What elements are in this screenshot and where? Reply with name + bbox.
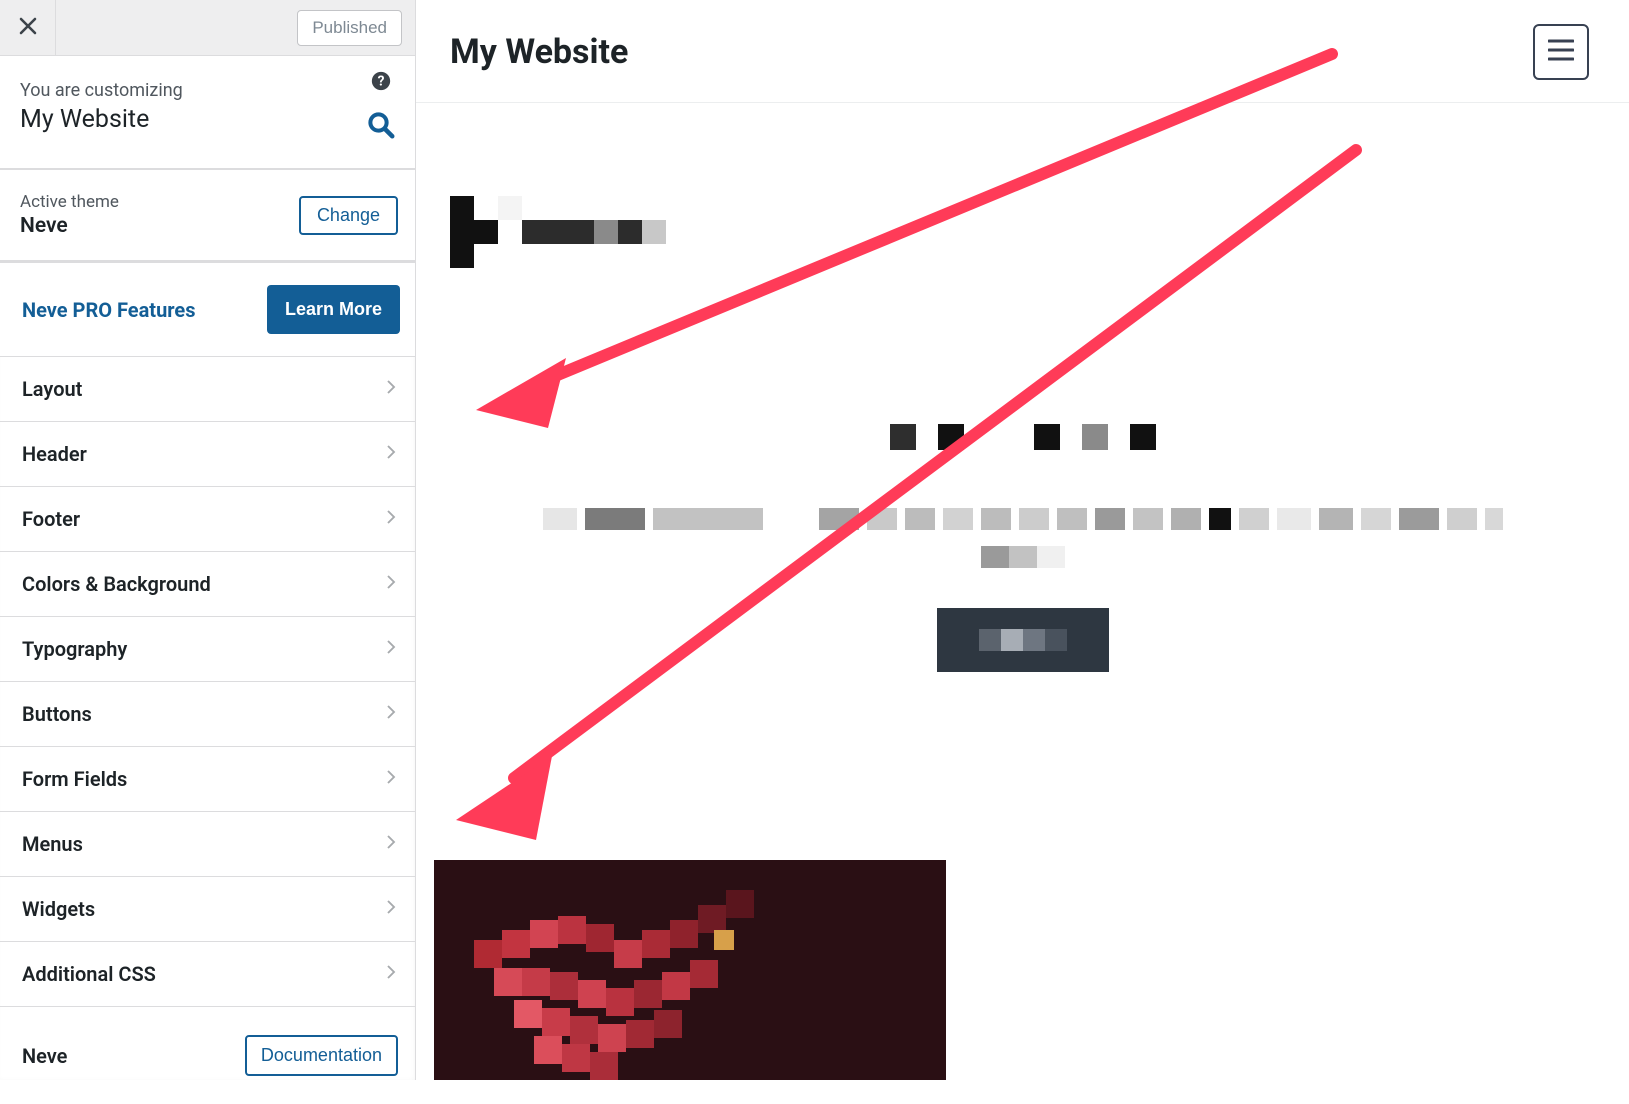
preview-hero-subtitle2-placeholder — [981, 546, 1065, 568]
section-typography[interactable]: Typography — [0, 617, 416, 682]
section-buttons[interactable]: Buttons — [0, 682, 416, 747]
section-form-fields[interactable]: Form Fields — [0, 747, 416, 812]
section-layout[interactable]: Layout — [0, 357, 416, 422]
hamburger-icon — [1548, 39, 1574, 65]
section-label: Widgets — [22, 897, 95, 921]
preview-hero-subtitle-placeholder — [466, 508, 1579, 530]
section-label: Buttons — [22, 702, 92, 726]
section-label: Footer — [22, 507, 80, 531]
pro-features-row: Neve PRO Features Learn More — [0, 262, 416, 356]
customizing-site-title: My Website — [20, 105, 183, 134]
doc-row: Neve Documentation — [0, 1007, 416, 1104]
section-footer[interactable]: Footer — [0, 487, 416, 552]
customizing-label: You are customizing — [20, 80, 183, 101]
section-header[interactable]: Header — [0, 422, 416, 487]
customizing-header: You are customizing My Website ? — [0, 56, 416, 168]
chevron-right-icon — [382, 703, 400, 725]
mobile-menu-button[interactable] — [1533, 24, 1589, 80]
preview-logo-placeholder — [450, 196, 666, 268]
close-customizer-button[interactable] — [0, 0, 56, 56]
chevron-right-icon — [382, 638, 400, 660]
sidebar-topbar: Published — [0, 0, 416, 56]
change-theme-button[interactable]: Change — [299, 196, 398, 235]
section-widgets[interactable]: Widgets — [0, 877, 416, 942]
svg-text:?: ? — [378, 74, 385, 90]
section-menus[interactable]: Menus — [0, 812, 416, 877]
documentation-button[interactable]: Documentation — [245, 1035, 398, 1076]
customizer-sections: Layout Header Footer Colors & Background… — [0, 356, 416, 1104]
chevron-right-icon — [382, 898, 400, 920]
section-label: Header — [22, 442, 87, 466]
section-label: Colors & Background — [22, 572, 211, 596]
chevron-right-icon — [382, 573, 400, 595]
preview-hero-title-placeholder — [890, 424, 1156, 450]
active-theme-row: Active theme Neve Change — [0, 170, 416, 260]
customizer-sidebar: Published You are customizing My Website… — [0, 0, 416, 1080]
chevron-right-icon — [382, 833, 400, 855]
section-additional-css[interactable]: Additional CSS — [0, 942, 416, 1007]
chevron-right-icon — [382, 378, 400, 400]
chevron-right-icon — [382, 508, 400, 530]
preview-hero-image-placeholder — [434, 860, 946, 1080]
learn-more-button[interactable]: Learn More — [267, 285, 400, 334]
section-label: Layout — [22, 377, 82, 401]
section-label: Menus — [22, 832, 83, 856]
preview-cta-button-placeholder[interactable] — [937, 608, 1109, 672]
section-label: Form Fields — [22, 767, 127, 791]
search-icon[interactable] — [366, 110, 396, 144]
preview-site-header: My Website — [416, 0, 1629, 103]
chevron-right-icon — [382, 768, 400, 790]
close-icon — [18, 16, 38, 40]
section-label: Typography — [22, 637, 127, 661]
chevron-right-icon — [382, 963, 400, 985]
section-label: Additional CSS — [22, 962, 156, 986]
active-theme-label: Active theme — [20, 192, 119, 212]
section-colors-background[interactable]: Colors & Background — [0, 552, 416, 617]
publish-status-button[interactable]: Published — [297, 10, 402, 46]
help-icon[interactable]: ? — [370, 70, 392, 96]
chevron-right-icon — [382, 443, 400, 465]
preview-pane: My Website — [416, 0, 1629, 1080]
active-theme-name: Neve — [20, 214, 119, 238]
pro-features-label[interactable]: Neve PRO Features — [22, 298, 195, 322]
preview-site-title[interactable]: My Website — [450, 32, 628, 72]
doc-row-label: Neve — [22, 1044, 67, 1068]
